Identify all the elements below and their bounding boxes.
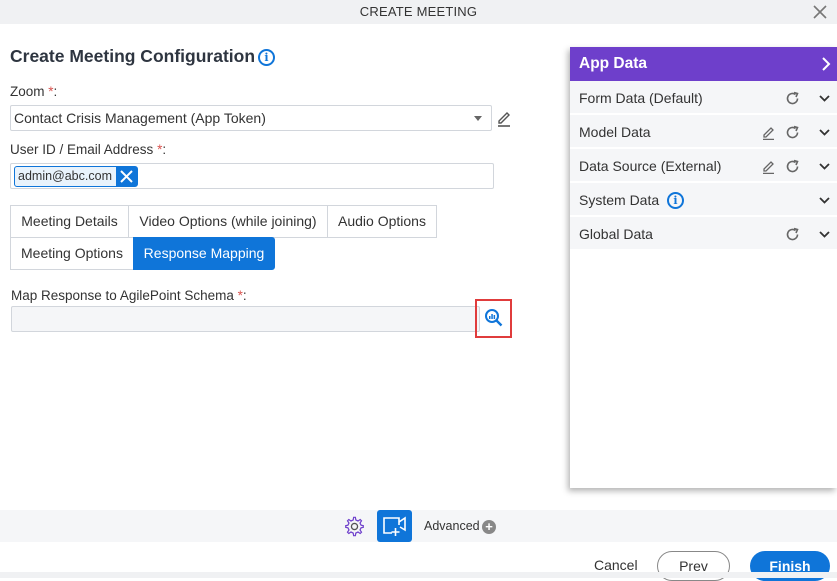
chevron-down-icon[interactable] bbox=[818, 92, 831, 105]
app-data-row-system-data[interactable]: System Data i bbox=[570, 183, 837, 217]
tab-video-options[interactable]: Video Options (while joining) bbox=[128, 205, 328, 238]
refresh-icon[interactable] bbox=[785, 91, 800, 106]
chevron-down-icon[interactable] bbox=[818, 194, 831, 207]
schema-lookup-highlight bbox=[475, 299, 512, 338]
close-button[interactable] bbox=[811, 2, 829, 22]
close-icon bbox=[813, 5, 827, 19]
bottom-toolbar: Advanced + bbox=[0, 510, 837, 542]
app-data-row-model-data[interactable]: Model Data bbox=[570, 115, 837, 149]
gear-icon[interactable] bbox=[344, 516, 365, 537]
info-icon[interactable]: i bbox=[258, 49, 275, 66]
page-title: Create Meeting Configuration i bbox=[10, 46, 275, 67]
zoom-connection-select[interactable]: Contact Crisis Management (App Token) bbox=[10, 105, 492, 131]
app-data-row-form-data[interactable]: Form Data (Default) bbox=[570, 81, 837, 115]
tab-meeting-options[interactable]: Meeting Options bbox=[10, 237, 134, 270]
edit-pencil-icon[interactable] bbox=[496, 109, 512, 127]
chevron-right-icon[interactable] bbox=[821, 57, 831, 71]
refresh-icon[interactable] bbox=[785, 125, 800, 140]
zoom-label: Zoom *: bbox=[10, 84, 58, 99]
app-data-row-global-data[interactable]: Global Data bbox=[570, 217, 837, 251]
edit-pencil-icon[interactable] bbox=[761, 159, 776, 174]
app-data-row-data-source[interactable]: Data Source (External) bbox=[570, 149, 837, 183]
tab-meeting-details[interactable]: Meeting Details bbox=[10, 205, 129, 238]
plus-circle-icon[interactable]: + bbox=[482, 520, 496, 534]
chevron-down-icon[interactable] bbox=[818, 228, 831, 241]
close-icon bbox=[120, 170, 133, 183]
map-response-input[interactable] bbox=[11, 306, 480, 332]
cancel-button[interactable]: Cancel bbox=[594, 557, 638, 573]
footer-bottom-strip bbox=[0, 572, 837, 578]
user-id-input[interactable]: admin@abc.com bbox=[10, 163, 494, 189]
create-meeting-button[interactable] bbox=[377, 510, 412, 542]
remove-tag-button[interactable] bbox=[115, 167, 137, 186]
user-id-label: User ID / Email Address *: bbox=[10, 142, 167, 157]
info-icon[interactable]: i bbox=[667, 192, 684, 209]
email-tag: admin@abc.com bbox=[14, 166, 138, 187]
refresh-icon[interactable] bbox=[785, 159, 800, 174]
chevron-down-icon[interactable] bbox=[818, 160, 831, 173]
dialog-titlebar: CREATE MEETING bbox=[0, 0, 837, 24]
advanced-label[interactable]: Advanced bbox=[424, 519, 480, 533]
refresh-icon[interactable] bbox=[785, 227, 800, 242]
edit-pencil-icon[interactable] bbox=[761, 125, 776, 140]
video-add-icon bbox=[383, 516, 406, 536]
schema-search-icon[interactable] bbox=[484, 308, 503, 327]
dialog-title: CREATE MEETING bbox=[359, 4, 478, 19]
app-data-panel: App Data Form Data (Default) Model Data … bbox=[570, 47, 837, 488]
map-response-label: Map Response to AgilePoint Schema *: bbox=[11, 288, 247, 303]
dropdown-caret-icon bbox=[474, 116, 482, 121]
app-data-header: App Data bbox=[570, 47, 837, 81]
chevron-down-icon[interactable] bbox=[818, 126, 831, 139]
tab-audio-options[interactable]: Audio Options bbox=[327, 205, 437, 238]
tab-response-mapping[interactable]: Response Mapping bbox=[133, 237, 275, 270]
